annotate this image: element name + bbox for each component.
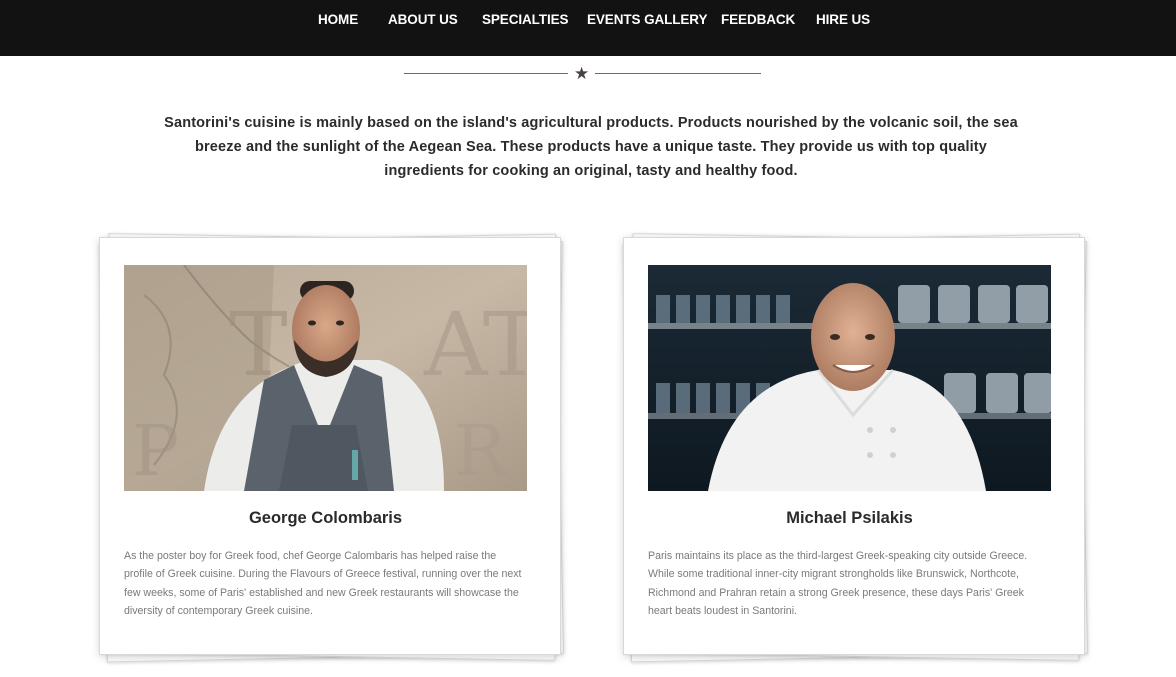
chef-card-michael: Michael Psilakis Paris maintains its pla… [620, 232, 1090, 663]
star-icon: ★ [574, 64, 590, 83]
chef-photo-george: T AT P R [124, 265, 527, 491]
nav-specialties[interactable]: SPECIALTIES [482, 12, 569, 28]
svg-text:R: R [454, 410, 509, 491]
chef-photo-michael [648, 265, 1051, 491]
chef-bio: Paris maintains its place as the third-l… [648, 550, 1028, 617]
nav-hire-us[interactable]: HIRE US [816, 12, 870, 28]
card-front-sheet: T AT P R George Colombaris As the poster… [99, 237, 561, 655]
intro-text: Santorini's cuisine is mainly based on t… [164, 115, 1018, 179]
nav-events-gallery[interactable]: EVENTS GALLERY [587, 12, 707, 28]
chef-bio: As the poster boy for Greek food, chef G… [124, 550, 522, 617]
nav-about-us[interactable]: ABOUT US [388, 12, 458, 28]
section-divider: ★ [404, 64, 761, 83]
chef-card-george: T AT P R George Colombaris As the poster… [96, 232, 566, 663]
divider-line-right [595, 73, 761, 74]
svg-text:AT: AT [423, 293, 527, 396]
main-nav: HOME ABOUT US SPECIALTIES EVENTS GALLERY… [0, 0, 1176, 56]
svg-text:P: P [132, 410, 179, 491]
nav-home[interactable]: HOME [318, 12, 358, 28]
card-front-sheet: Michael Psilakis Paris maintains its pla… [623, 237, 1085, 655]
divider-line-left [404, 73, 568, 74]
nav-feedback[interactable]: FEEDBACK [721, 12, 795, 28]
chef-name: George Colombaris [248, 509, 403, 527]
chef-name: Michael Psilakis [786, 509, 913, 527]
top-navbar: HOME ABOUT US SPECIALTIES EVENTS GALLERY… [0, 0, 1176, 56]
